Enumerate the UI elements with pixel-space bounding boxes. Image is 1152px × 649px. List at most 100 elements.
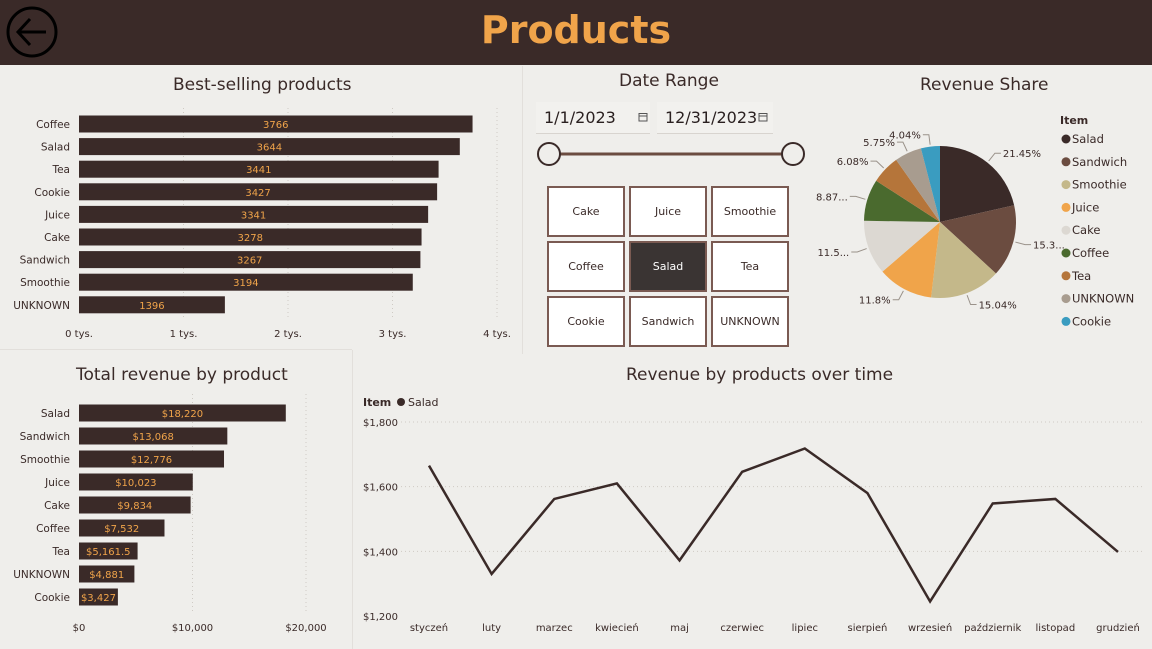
data-label: 3194 bbox=[233, 278, 258, 289]
data-label: 1396 bbox=[139, 301, 164, 312]
page-header: Products bbox=[0, 0, 1152, 65]
leader-line bbox=[849, 195, 866, 200]
x-tick-label: styczeń bbox=[410, 622, 448, 634]
x-tick-label: 3 tys. bbox=[379, 329, 407, 340]
data-label: $18,220 bbox=[162, 409, 203, 420]
category-label: Cookie bbox=[34, 187, 70, 199]
data-label: $5,161.5 bbox=[86, 547, 131, 558]
revenue-share-chart: 21.45% 15.3... 15.04% 11.8% 11.5... 8.87... 6.… bbox=[816, 114, 1134, 328]
legend-label: Sandwich bbox=[1072, 155, 1127, 169]
legend-marker bbox=[1061, 248, 1071, 258]
legend-marker bbox=[1061, 316, 1071, 326]
data-label: 3644 bbox=[257, 143, 282, 154]
category-label: Juice bbox=[44, 209, 70, 221]
legend-marker bbox=[1061, 157, 1071, 167]
slicer-tile-tea[interactable]: Tea bbox=[711, 241, 789, 292]
start-date-value: 1/1/2023 bbox=[544, 108, 616, 127]
legend-label: UNKNOWN bbox=[1072, 292, 1134, 306]
category-label: Tea bbox=[51, 546, 70, 558]
slicer-tile-smoothie[interactable]: Smoothie bbox=[711, 186, 789, 237]
leader-line bbox=[896, 141, 908, 152]
leader-line bbox=[851, 248, 867, 253]
total-revenue-chart: $0 $10,000 $20,000 Salad $18,220 Sandwich $13,… bbox=[13, 394, 327, 634]
x-tick-label: czerwiec bbox=[720, 623, 764, 634]
y-tick-label: $1,200 bbox=[363, 612, 398, 623]
leader-line bbox=[922, 134, 931, 145]
x-tick-label: wrzesień bbox=[908, 622, 952, 634]
slicer-tile-coffee[interactable]: Coffee bbox=[547, 241, 625, 292]
category-label: Cake bbox=[44, 232, 70, 244]
data-label: $4,881 bbox=[89, 570, 124, 581]
x-tick-label: sierpień bbox=[848, 622, 888, 634]
x-tick-label: luty bbox=[482, 623, 501, 634]
x-tick-label: listopad bbox=[1036, 623, 1076, 634]
category-label: Tea bbox=[51, 164, 70, 176]
revenue-over-time-panel: Revenue by products over time $1,200 $1,4… bbox=[353, 350, 1152, 649]
data-label: 3341 bbox=[241, 210, 266, 221]
legend-label: Cookie bbox=[1072, 314, 1111, 328]
pie-data-label: 15.04% bbox=[979, 301, 1017, 312]
start-date-input[interactable]: 1/1/2023 bbox=[536, 102, 650, 134]
legend-marker bbox=[1061, 202, 1071, 212]
best-selling-chart: 0 tys. 1 tys. 2 tys. 3 tys. 4 tys. Coffee 3766… bbox=[13, 108, 511, 340]
calendar-icon[interactable] bbox=[758, 112, 768, 122]
data-label: $7,532 bbox=[104, 524, 139, 535]
x-tick-label: 4 tys. bbox=[483, 329, 511, 340]
x-tick-label: $0 bbox=[73, 623, 86, 634]
slicer-tile-cookie[interactable]: Cookie bbox=[547, 296, 625, 347]
pie-data-label: 6.08% bbox=[837, 157, 869, 168]
legend-label: Coffee bbox=[1072, 246, 1109, 260]
revenue-over-time-chart: $1,200 $1,400 $1,600 $1,800 styczeń luty marze… bbox=[363, 396, 1145, 634]
slicer-tile-salad[interactable]: Salad bbox=[629, 241, 707, 292]
category-label: Salad bbox=[41, 408, 70, 420]
x-tick-label: 0 tys. bbox=[65, 329, 93, 340]
page-title: Products bbox=[480, 8, 672, 52]
category-label: Smoothie bbox=[20, 454, 70, 466]
slider-start-handle[interactable] bbox=[537, 142, 561, 166]
leader-line bbox=[1015, 241, 1032, 246]
data-label: 3267 bbox=[237, 256, 262, 267]
series-line bbox=[427, 447, 1119, 604]
slicer-tile-juice[interactable]: Juice bbox=[629, 186, 707, 237]
date-range-slider[interactable] bbox=[522, 139, 812, 169]
category-label: Juice bbox=[44, 477, 70, 489]
data-label: 3766 bbox=[263, 120, 288, 131]
x-tick-label: $10,000 bbox=[172, 623, 213, 634]
pie-data-label: 8.87... bbox=[816, 192, 848, 203]
total-revenue-panel: Total revenue by product $0 $10,000 $20,00… bbox=[0, 350, 352, 649]
slicer-tile-unknown[interactable]: UNKNOWN bbox=[711, 296, 789, 347]
revenue-share-panel: Revenue Share 21.45% 15.3... 15.04% 11.8% 11… bbox=[812, 66, 1152, 349]
legend-marker bbox=[1061, 271, 1071, 281]
legend-marker bbox=[1061, 180, 1071, 190]
category-label: UNKNOWN bbox=[13, 300, 70, 312]
data-label: 3427 bbox=[245, 188, 270, 199]
category-label: Cookie bbox=[34, 592, 70, 604]
x-tick-label: $20,000 bbox=[285, 623, 326, 634]
end-date-value: 12/31/2023 bbox=[665, 108, 758, 127]
legend-marker bbox=[397, 398, 405, 406]
calendar-icon[interactable] bbox=[638, 112, 648, 122]
x-tick-label: październik bbox=[964, 622, 1021, 634]
slider-end-handle[interactable] bbox=[781, 142, 805, 166]
x-tick-label: 2 tys. bbox=[274, 329, 302, 340]
legend-label: Cake bbox=[1072, 223, 1100, 237]
category-label: Sandwich bbox=[20, 431, 70, 443]
y-tick-label: $1,600 bbox=[363, 483, 398, 494]
slicer-tile-sandwich[interactable]: Sandwich bbox=[629, 296, 707, 347]
legend-marker bbox=[1061, 294, 1071, 304]
best-selling-panel: Best-selling products 0 tys. 1 tys. 2 tys.… bbox=[0, 66, 522, 349]
x-tick-label: lipiec bbox=[792, 623, 818, 634]
data-label: $3,427 bbox=[81, 593, 116, 604]
x-tick-label: marzec bbox=[536, 623, 573, 634]
x-tick-label: kwiecień bbox=[595, 622, 639, 634]
category-label: UNKNOWN bbox=[13, 569, 70, 581]
legend-label: Salad bbox=[408, 396, 439, 409]
legend-marker bbox=[1061, 225, 1071, 235]
category-label: Sandwich bbox=[20, 255, 70, 267]
data-label: $10,023 bbox=[115, 478, 156, 489]
x-tick-label: maj bbox=[670, 623, 689, 634]
x-tick-label: grudzień bbox=[1096, 622, 1140, 634]
leader-line bbox=[870, 160, 885, 169]
end-date-input[interactable]: 12/31/2023 bbox=[657, 102, 773, 134]
slicer-tile-cake[interactable]: Cake bbox=[547, 186, 625, 237]
